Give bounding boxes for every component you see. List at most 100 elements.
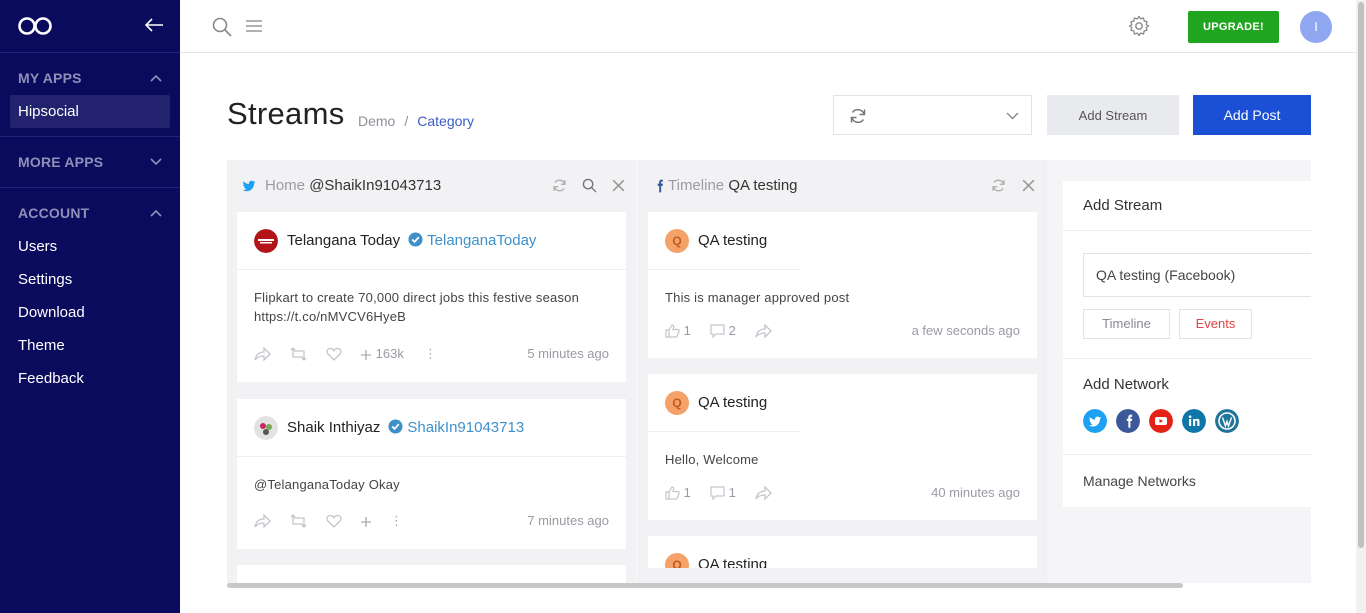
page-avatar[interactable]: Q xyxy=(665,229,689,253)
post-card: Telangana Today TelanganaToday Flipkart t… xyxy=(237,212,626,382)
sidebar-item-hipsocial[interactable]: Hipsocial xyxy=(10,95,170,128)
search-icon[interactable] xyxy=(582,178,597,193)
logo-icon[interactable] xyxy=(17,16,53,36)
page-title: Streams xyxy=(227,96,345,131)
menu-icon[interactable] xyxy=(246,19,262,33)
close-icon[interactable] xyxy=(1021,178,1036,193)
more-options-icon[interactable]: ⋮ xyxy=(424,346,437,362)
plus-icon xyxy=(361,517,371,527)
add-stream-button[interactable]: Add Stream xyxy=(1047,95,1179,135)
post-header: Q QA testing xyxy=(648,212,1037,270)
stream-type: Home xyxy=(265,177,306,194)
refresh-icon[interactable] xyxy=(991,178,1006,193)
chevron-up-icon xyxy=(150,209,162,217)
divider xyxy=(648,431,800,432)
sidebar-item-download[interactable]: Download xyxy=(0,296,180,329)
post-time: 5 minutes ago xyxy=(527,346,609,361)
horizontal-scrollbar[interactable] xyxy=(227,583,1183,588)
add-network-title: Add Network xyxy=(1083,376,1169,393)
comment-icon xyxy=(710,486,725,500)
comment-button[interactable]: 2 xyxy=(710,323,736,339)
post-time: a few seconds ago xyxy=(911,323,1020,338)
events-option[interactable]: Events xyxy=(1179,309,1252,339)
linkedin-icon[interactable] xyxy=(1182,409,1206,433)
column-header: Timeline QA testing xyxy=(638,160,1047,212)
refresh-icon[interactable] xyxy=(552,178,567,193)
vertical-scrollbar[interactable] xyxy=(1356,0,1366,613)
twitter-icon[interactable] xyxy=(1083,409,1107,433)
search-icon[interactable] xyxy=(212,17,232,37)
twitter-icon xyxy=(242,180,256,192)
stream-select[interactable] xyxy=(833,95,1032,135)
author-handle[interactable]: TelanganaToday xyxy=(427,232,536,249)
more-apps-toggle[interactable]: MORE APPS xyxy=(0,145,180,179)
avatar[interactable]: I xyxy=(1300,11,1332,43)
more-options-icon[interactable]: ⋮ xyxy=(390,513,403,529)
post-header: Telangana Today TelanganaToday xyxy=(237,212,626,270)
like-heart-icon[interactable] xyxy=(326,513,342,529)
post-author[interactable]: QA testing xyxy=(698,232,767,249)
divider xyxy=(1063,454,1311,455)
profile-picture[interactable] xyxy=(254,416,278,440)
upgrade-button[interactable]: UPGRADE! xyxy=(1188,11,1279,43)
post-text: Flipkart to create 70,000 direct jobs th… xyxy=(254,290,580,324)
author-name[interactable]: Telangana Today xyxy=(287,232,400,249)
author-handle[interactable]: ShaikIn91043713 xyxy=(407,419,524,436)
post-card: Q QA testing This is manager approved po… xyxy=(648,212,1037,358)
youtube-icon[interactable] xyxy=(1149,409,1173,433)
stream-column-twitter: Home @ShaikIn91043713 Telangana Today Te… xyxy=(227,160,636,583)
divider xyxy=(648,269,800,270)
column-header: Home @ShaikIn91043713 xyxy=(227,160,636,212)
post-text: This is manager approved post xyxy=(665,290,850,305)
follow-button[interactable]: 163k xyxy=(360,346,404,362)
stream-type: Timeline xyxy=(668,177,725,194)
facebook-icon[interactable] xyxy=(1116,409,1140,433)
page-avatar[interactable]: Q xyxy=(665,391,689,415)
wordpress-icon[interactable] xyxy=(1215,409,1239,433)
breadcrumb-demo[interactable]: Demo xyxy=(358,113,395,129)
gear-icon[interactable] xyxy=(1128,15,1150,37)
scrollbar-thumb[interactable] xyxy=(1358,2,1364,548)
page-avatar[interactable]: Q xyxy=(665,553,689,568)
sidebar-item-users[interactable]: Users xyxy=(0,230,180,263)
account-toggle[interactable]: ACCOUNT xyxy=(0,196,180,230)
post-author[interactable]: QA testing xyxy=(698,394,767,411)
like-button[interactable]: 1 xyxy=(665,323,691,339)
sidebar-item-feedback[interactable]: Feedback xyxy=(0,362,180,395)
app-root: MY APPS Hipsocial MORE APPS ACCOUNT User… xyxy=(0,0,1366,613)
retweet-icon[interactable] xyxy=(290,513,307,529)
my-apps-label: MY APPS xyxy=(18,70,82,86)
close-icon[interactable] xyxy=(611,178,626,193)
like-button[interactable]: 1 xyxy=(665,485,691,501)
breadcrumb-category[interactable]: Category xyxy=(417,113,474,129)
my-apps-toggle[interactable]: MY APPS xyxy=(0,61,180,95)
sidebar-item-settings[interactable]: Settings xyxy=(0,263,180,296)
follower-count: 163k xyxy=(375,346,404,361)
post-card: Shaik Inthiyaz ShaikIn91043713 @Telangana… xyxy=(237,399,626,549)
account-select[interactable]: QA testing (Facebook) xyxy=(1083,253,1311,297)
manage-networks-link[interactable]: Manage Networks xyxy=(1083,473,1196,489)
stream-account: QA testing xyxy=(728,177,798,194)
share-icon[interactable] xyxy=(755,323,772,339)
like-count: 1 xyxy=(683,485,691,500)
comment-button[interactable]: 1 xyxy=(710,485,736,501)
profile-picture[interactable] xyxy=(254,229,278,253)
column-title: Home @ShaikIn91043713 xyxy=(265,177,441,194)
sidebar-item-theme[interactable]: Theme xyxy=(0,329,180,362)
comment-count: 2 xyxy=(728,323,736,338)
chevron-up-icon xyxy=(150,74,162,82)
share-icon[interactable] xyxy=(755,485,772,501)
verified-badge-icon xyxy=(408,232,423,247)
chevron-down-icon xyxy=(150,158,162,166)
timeline-option[interactable]: Timeline xyxy=(1083,309,1170,339)
comment-count: 1 xyxy=(728,485,736,500)
retweet-icon[interactable] xyxy=(290,346,307,362)
author-name[interactable]: Shaik Inthiyaz xyxy=(287,419,380,436)
share-icon[interactable] xyxy=(254,513,271,529)
share-icon[interactable] xyxy=(254,346,271,362)
post-author[interactable]: QA testing xyxy=(698,556,767,568)
like-heart-icon[interactable] xyxy=(326,346,342,362)
collapse-sidebar-icon[interactable] xyxy=(144,16,164,34)
follow-button[interactable] xyxy=(360,513,372,529)
add-post-button[interactable]: Add Post xyxy=(1193,95,1311,135)
